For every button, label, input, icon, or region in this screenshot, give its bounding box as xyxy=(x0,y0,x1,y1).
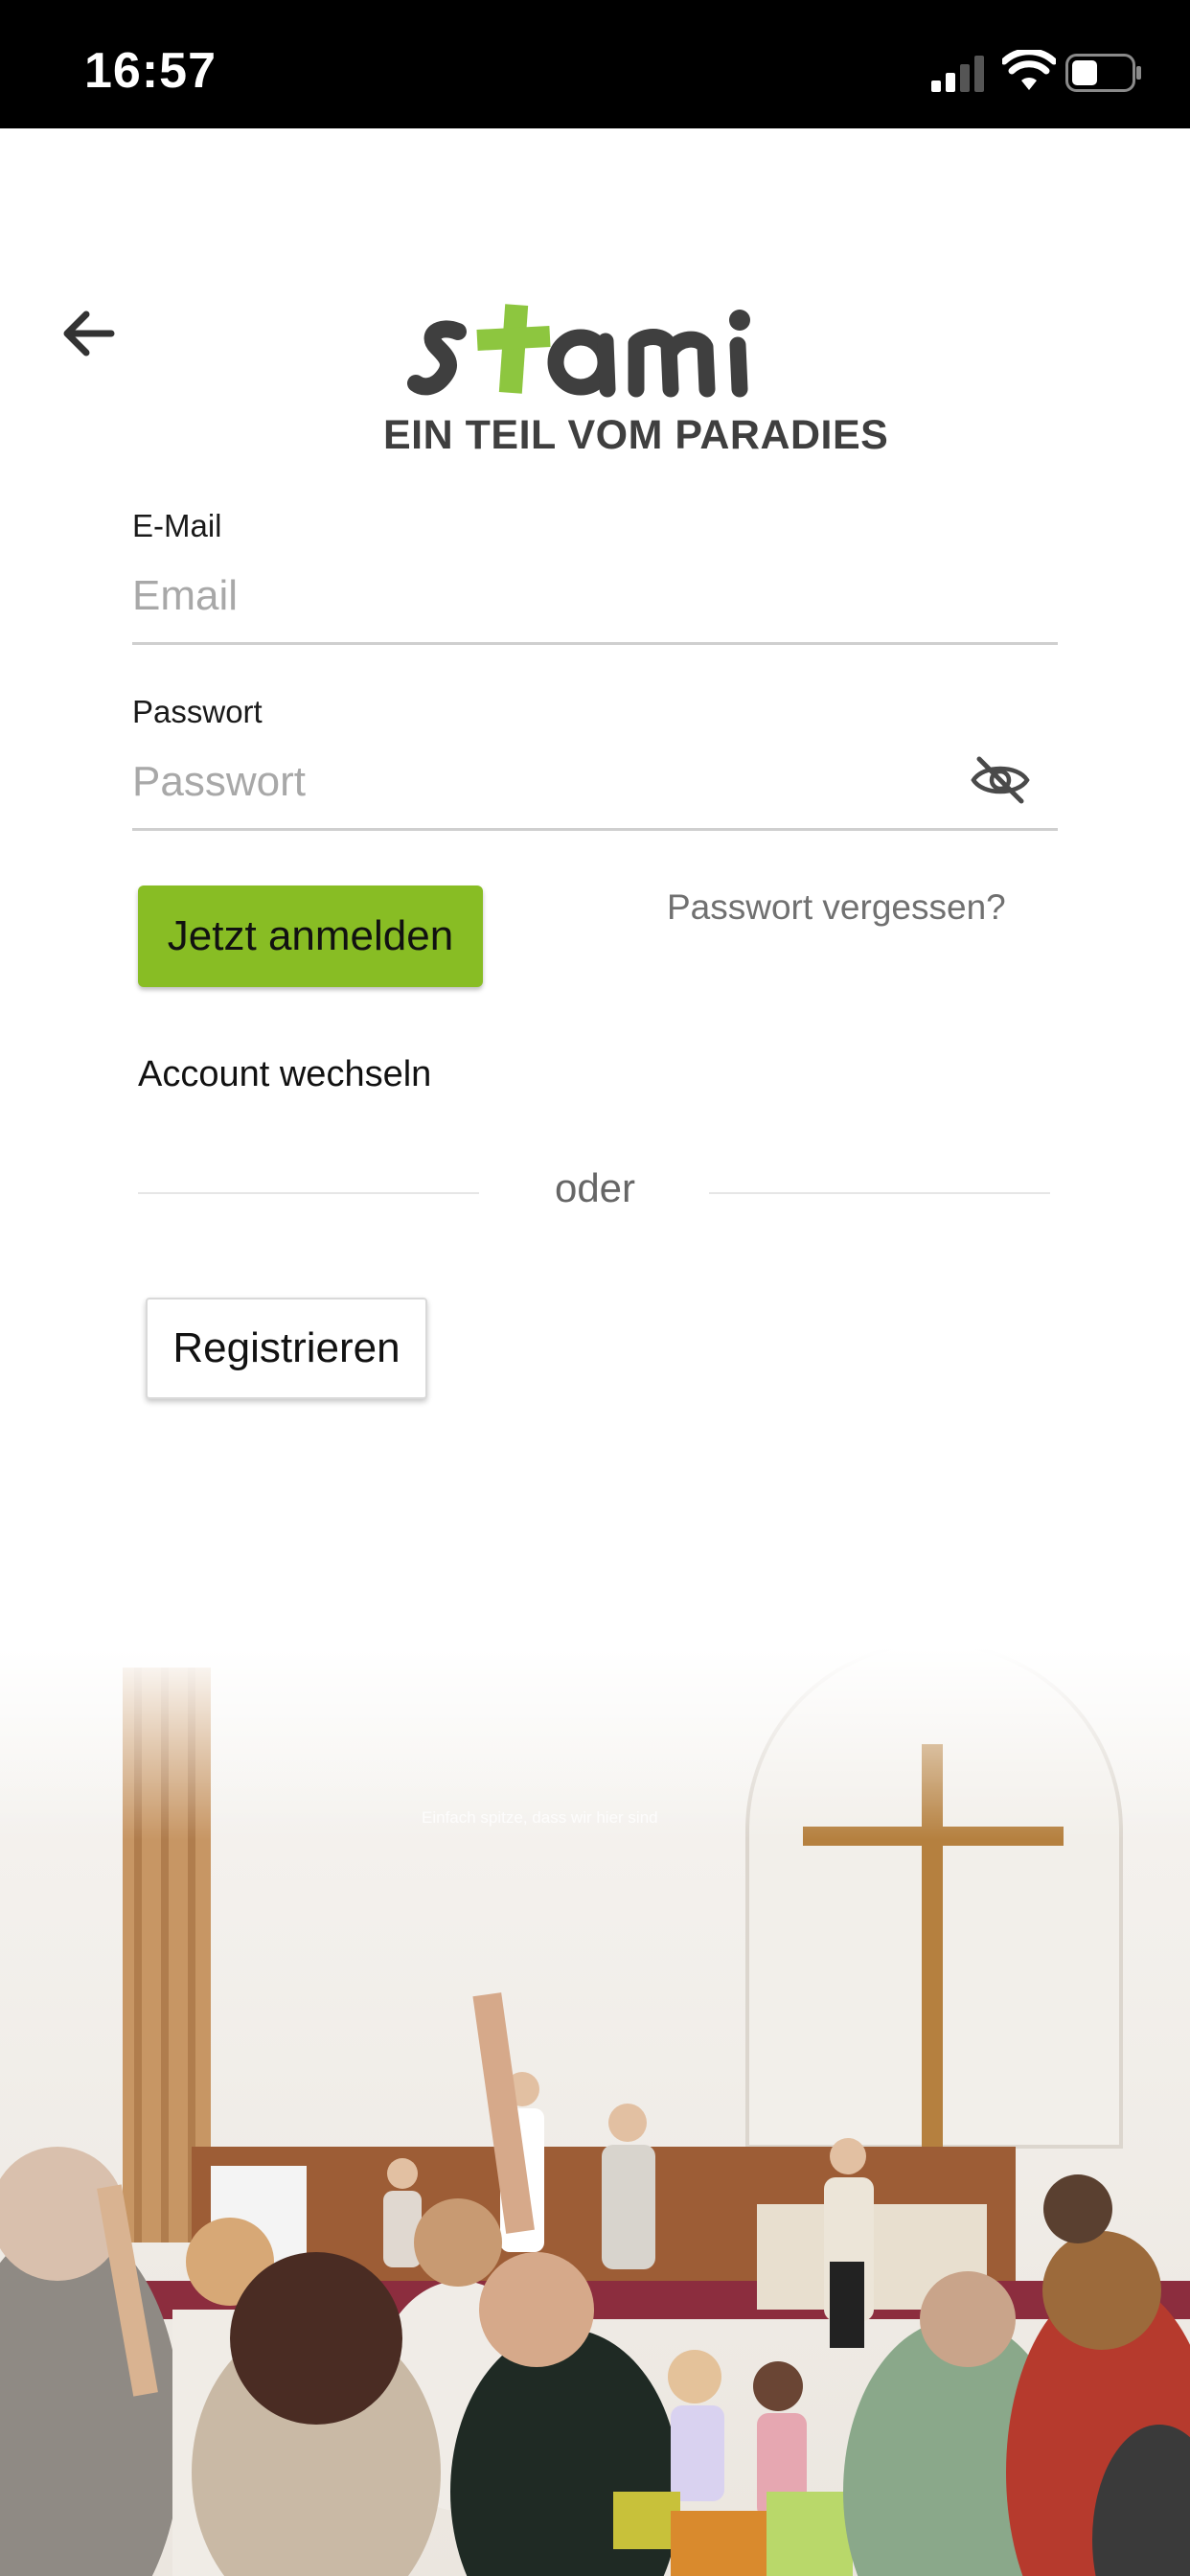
battery-icon xyxy=(1065,54,1141,92)
wifi-icon xyxy=(1002,50,1056,90)
password-label: Passwort xyxy=(132,694,263,729)
forgot-password-link[interactable]: Passwort vergessen? xyxy=(667,887,1006,928)
register-button[interactable]: Registrieren xyxy=(146,1298,427,1399)
back-button[interactable] xyxy=(57,303,119,364)
password-underline xyxy=(132,828,1058,831)
logo-wordmark xyxy=(407,304,750,398)
logo-tagline: EIN TEIL VOM PARADIES xyxy=(383,412,889,458)
switch-account-link[interactable]: Account wechseln xyxy=(138,1054,431,1095)
divider-line-left xyxy=(138,1192,479,1194)
divider-line-right xyxy=(709,1192,1050,1194)
password-field[interactable] xyxy=(132,744,956,820)
arrow-left-icon xyxy=(63,310,115,356)
stami-logo: EIN TEIL VOM PARADIES xyxy=(383,288,889,470)
status-time: 16:57 xyxy=(84,43,217,99)
status-bar: 16:57 xyxy=(0,0,1190,128)
email-underline xyxy=(132,642,1058,645)
divider-text: oder xyxy=(554,1165,636,1210)
signal-icon xyxy=(931,56,984,92)
login-button[interactable]: Jetzt anmelden xyxy=(138,886,483,987)
email-field[interactable] xyxy=(132,558,1058,634)
eye-slash-icon[interactable] xyxy=(970,753,1031,807)
email-label: E-Mail xyxy=(132,508,222,543)
hero-fade xyxy=(0,1648,1190,1840)
